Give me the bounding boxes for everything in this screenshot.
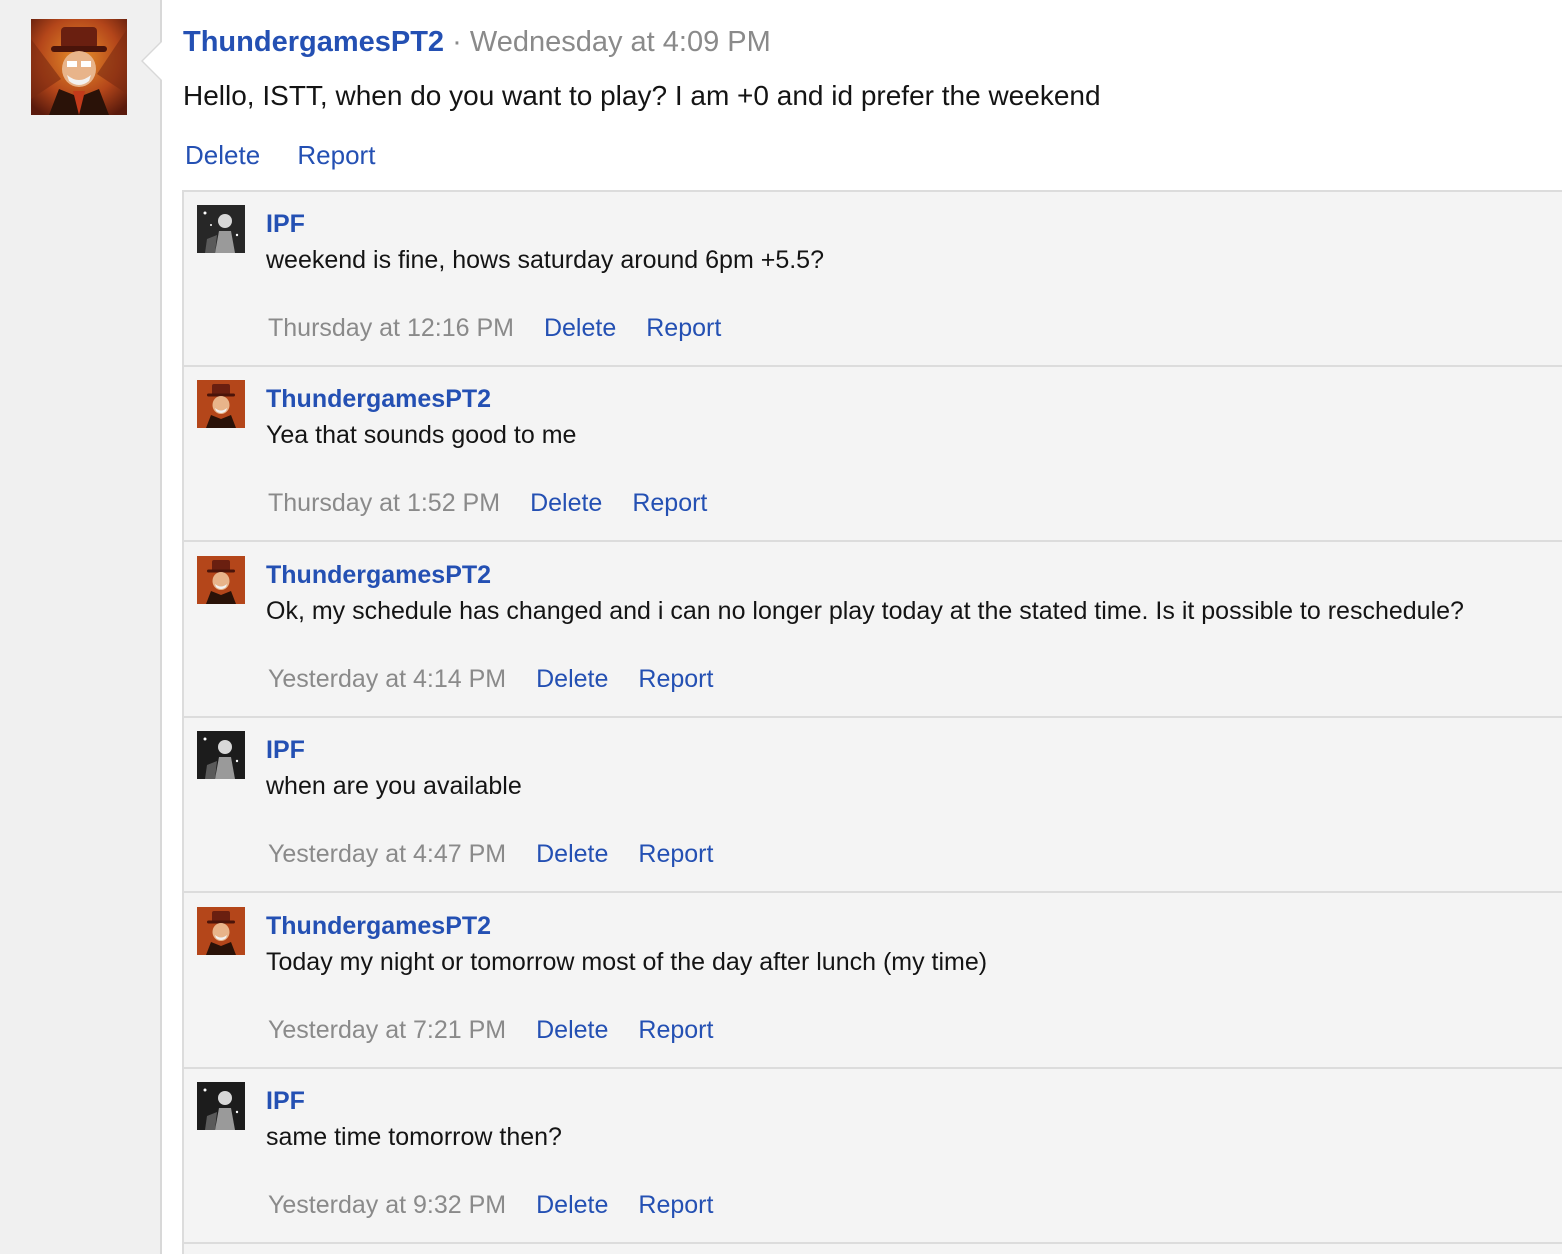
comment-report-link[interactable]: Report xyxy=(638,840,713,868)
comment-delete-link[interactable]: Delete xyxy=(536,1016,608,1044)
comment-delete-link[interactable]: Delete xyxy=(530,489,602,517)
thunder-avatar-icon[interactable] xyxy=(31,19,127,115)
speech-arrow xyxy=(143,42,162,80)
comment-delete-link[interactable]: Delete xyxy=(536,665,608,693)
post-body: Hello, ISTT, when do you want to play? I… xyxy=(183,80,1101,111)
comment-report-link[interactable]: Report xyxy=(632,489,707,517)
comment-text: weekend is fine, hows saturday around 6p… xyxy=(266,246,824,274)
comment-text: Yea that sounds good to me xyxy=(266,421,577,449)
ipf-avatar-icon[interactable] xyxy=(197,205,245,253)
ipf-avatar-icon[interactable] xyxy=(197,731,245,779)
comment-timestamp[interactable]: Yesterday at 4:47 PM xyxy=(268,840,506,868)
comment-delete-link[interactable]: Delete xyxy=(536,840,608,868)
comment-timestamp[interactable]: Thursday at 12:16 PM xyxy=(268,314,514,342)
header-separator: · xyxy=(452,26,462,58)
comment-author-link[interactable]: ThundergamesPT2 xyxy=(266,559,491,591)
comment-item: ThundergamesPT2 Today my night or tomorr… xyxy=(184,894,1562,1069)
comment-meta: Yesterday at 4:14 PM Delete Report xyxy=(268,663,713,695)
comment-meta: Yesterday at 4:47 PM Delete Report xyxy=(268,838,713,870)
comment-text: Ok, my schedule has changed and i can no… xyxy=(266,597,1464,625)
post-author-link[interactable]: ThundergamesPT2 xyxy=(183,26,444,58)
comment-author-link[interactable]: IPF xyxy=(266,734,305,766)
comment-delete-link[interactable]: Delete xyxy=(536,1191,608,1219)
thunder-avatar-icon[interactable] xyxy=(197,907,245,955)
post-header: ThundergamesPT2 · Wednesday at 4:09 PM xyxy=(183,24,771,60)
avatar-column xyxy=(0,0,162,1254)
comment-author-link[interactable]: ThundergamesPT2 xyxy=(266,910,491,942)
comment-text: same time tomorrow then? xyxy=(266,1123,562,1151)
comment-meta: Yesterday at 7:21 PM Delete Report xyxy=(268,1014,713,1046)
comment-timestamp[interactable]: Yesterday at 7:21 PM xyxy=(268,1016,506,1044)
comment-report-link[interactable]: Report xyxy=(638,1016,713,1044)
comment-meta: Thursday at 1:52 PM Delete Report xyxy=(268,487,707,519)
post-report-link[interactable]: Report xyxy=(297,140,375,170)
comment-report-link[interactable]: Report xyxy=(638,665,713,693)
thunder-avatar-icon[interactable] xyxy=(197,380,245,428)
comment-report-link[interactable]: Report xyxy=(638,1191,713,1219)
comment-item: IPF weekend is fine, hows saturday aroun… xyxy=(184,192,1562,367)
comment-timestamp[interactable]: Yesterday at 4:14 PM xyxy=(268,665,506,693)
comment-item: IPF same time tomorrow then? Yesterday a… xyxy=(184,1069,1562,1244)
comment-text: when are you available xyxy=(266,772,522,800)
comment-item: ThundergamesPT2 Ok, my schedule has chan… xyxy=(184,543,1562,718)
comment-item: ThundergamesPT2 Yea that sounds good to … xyxy=(184,367,1562,542)
comment-author-link[interactable]: IPF xyxy=(266,1085,305,1117)
comment-meta: Thursday at 12:16 PM Delete Report xyxy=(268,312,721,344)
ipf-avatar-icon[interactable] xyxy=(197,1082,245,1130)
comment-timestamp[interactable]: Thursday at 1:52 PM xyxy=(268,489,500,517)
profile-post-page: ThundergamesPT2 · Wednesday at 4:09 PM H… xyxy=(0,0,1562,1254)
comment-meta: Yesterday at 9:32 PM Delete Report xyxy=(268,1189,713,1221)
thunder-avatar-icon[interactable] xyxy=(197,556,245,604)
post-delete-link[interactable]: Delete xyxy=(185,140,260,170)
comment-list: IPF weekend is fine, hows saturday aroun… xyxy=(182,190,1562,1254)
comment-author-link[interactable]: IPF xyxy=(266,208,305,240)
comment-author-link[interactable]: ThundergamesPT2 xyxy=(266,383,491,415)
comment-delete-link[interactable]: Delete xyxy=(544,314,616,342)
comment-timestamp[interactable]: Yesterday at 9:32 PM xyxy=(268,1191,506,1219)
comment-item: IPF when are you available Yesterday at … xyxy=(184,718,1562,893)
comment-report-link[interactable]: Report xyxy=(646,314,721,342)
post-actions: Delete Report xyxy=(185,137,375,173)
comment-text: Today my night or tomorrow most of the d… xyxy=(266,948,988,976)
post-timestamp[interactable]: Wednesday at 4:09 PM xyxy=(470,26,771,58)
